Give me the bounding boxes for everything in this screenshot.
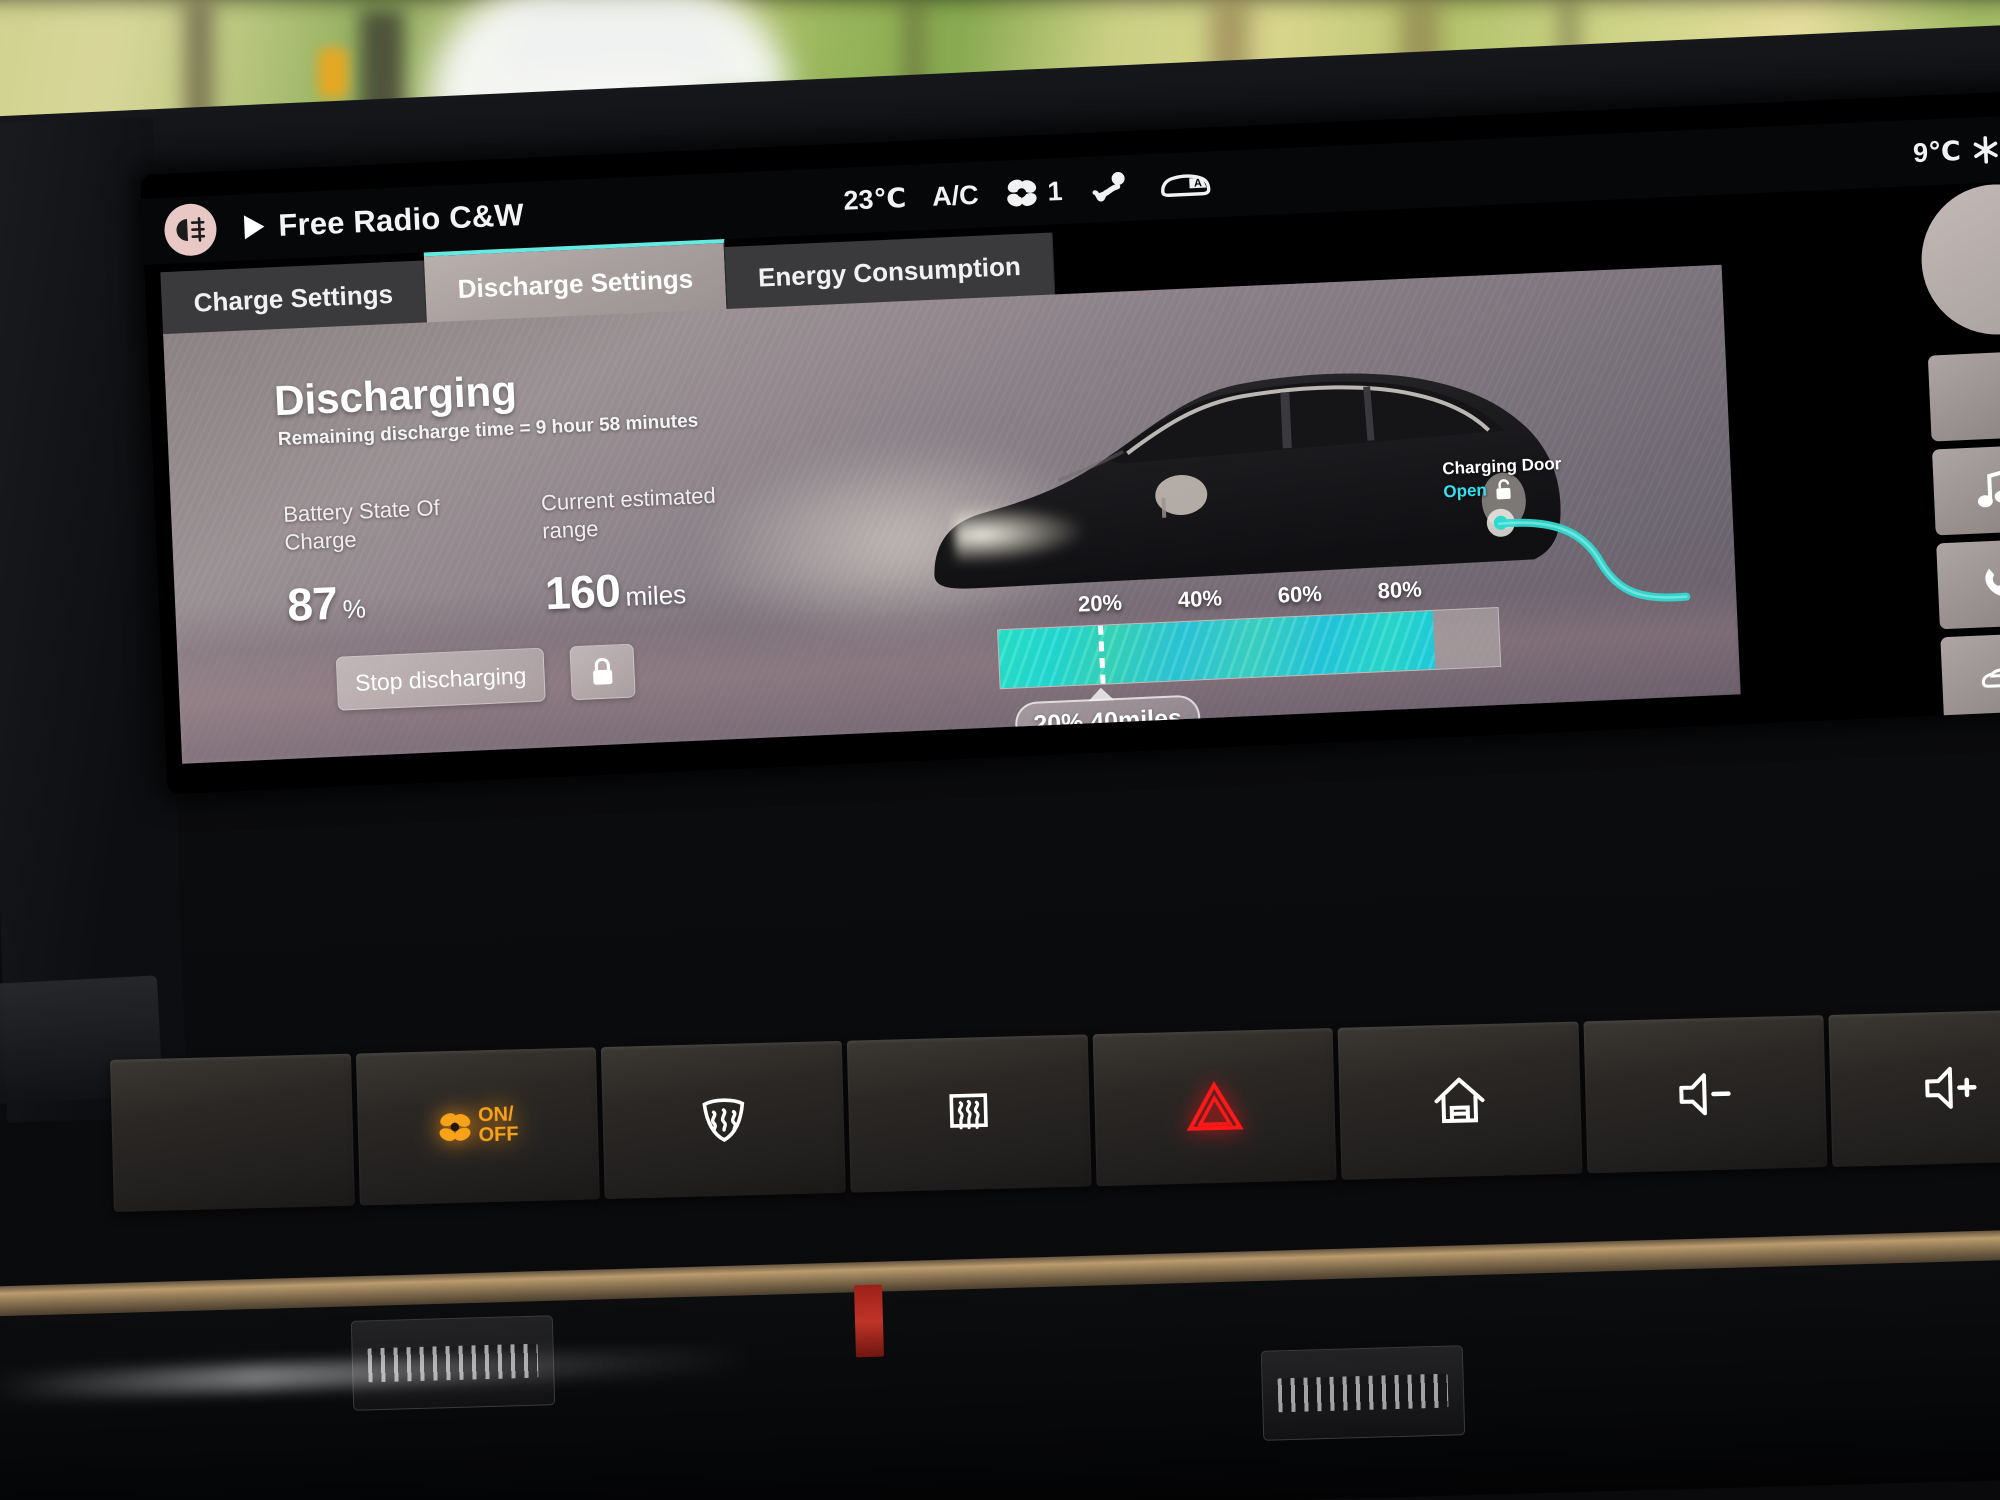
hw-button-home[interactable] (1337, 1021, 1583, 1180)
red-indicator-tab (854, 1284, 884, 1358)
rail-button-car[interactable] (1940, 632, 2000, 724)
air-vent-right[interactable] (1260, 1345, 1466, 1441)
hw-button-volume-up[interactable] (1828, 1008, 2000, 1167)
hazard-lights-icon (1186, 1081, 1244, 1131)
svg-text:A: A (1194, 177, 1203, 189)
metric-unit: % (342, 593, 367, 625)
climate-status-group: 23℃ A/C 1 A (843, 167, 1213, 217)
lock-button[interactable] (569, 643, 636, 701)
unlocked-padlock-icon (1496, 479, 1512, 500)
infotainment-screen[interactable]: Free Radio C&W 23℃ A/C 1 A 9℃ Charge Set… (140, 91, 2000, 794)
headlight-glare (953, 501, 1087, 566)
auto-defog-car-icon[interactable]: A (1158, 168, 1213, 202)
discharge-limit-tooltip: 20% 40miles (1014, 694, 1202, 751)
metrics-group: Battery State Of Charge 87 % Current est… (283, 481, 736, 632)
snowflake-icon (1973, 136, 1998, 164)
vehicle-graphic-group: Charging Door Open 20% 40% 60% 80% 20% 4… (883, 275, 1740, 751)
hw-button-front-defrost[interactable] (601, 1040, 846, 1200)
metric-estimated-range: Current estimated range 160 miles (540, 481, 736, 620)
tick-label: 20% (1077, 589, 1123, 617)
tick-label: 40% (1177, 585, 1223, 613)
windshield-yellow-sign (318, 48, 348, 98)
play-icon[interactable] (243, 214, 265, 240)
fan-off-label: OFF (478, 1123, 519, 1147)
rail-knob[interactable] (1918, 181, 2000, 338)
home-icon (1434, 1077, 1485, 1124)
hw-button-rear-defrost[interactable] (846, 1034, 1092, 1193)
metric-value: 87 (286, 576, 339, 631)
tick-label: 60% (1277, 580, 1323, 608)
airflow-seat-icon[interactable] (1088, 171, 1133, 207)
music-note-icon (1977, 469, 2000, 508)
front-defrost-icon (701, 1098, 744, 1143)
metric-value: 160 (543, 564, 622, 620)
fan-speed-value: 1 (1046, 175, 1064, 207)
charging-door-state: Open (1442, 480, 1488, 502)
lock-icon (593, 657, 613, 685)
cabin-temperature[interactable]: 23℃ (843, 182, 907, 216)
car-icon (1981, 668, 2000, 688)
rail-button-media[interactable] (1931, 444, 2000, 536)
phone-icon (1985, 568, 2000, 597)
charging-door-status: Charging Door Open (1442, 454, 1563, 503)
hw-button-volume-down[interactable] (1583, 1015, 1828, 1174)
discharge-panel: Discharging Remaining discharge time = 9… (163, 264, 1741, 764)
fan-on-off-icon (439, 1113, 471, 1141)
volume-up-icon (1924, 1066, 1977, 1109)
rear-fog-light-icon[interactable] (163, 202, 218, 257)
rail-button-phone[interactable] (1936, 538, 2000, 630)
hw-button-blank[interactable] (110, 1053, 355, 1212)
volume-down-icon (1679, 1073, 1731, 1116)
outside-temperature-group: 9℃ (1912, 134, 2000, 169)
ac-label[interactable]: A/C (931, 179, 979, 212)
hw-button-hazard-lights[interactable] (1092, 1027, 1337, 1187)
rail-button-blank[interactable] (1927, 350, 2000, 442)
fan-icon (1007, 179, 1037, 207)
hw-button-fan-on-off[interactable]: ON/ OFF (355, 1047, 601, 1206)
media-source-label: Free Radio C&W (277, 196, 525, 243)
outside-temperature: 9℃ (1912, 135, 1962, 168)
metric-label: Current estimated range (540, 482, 717, 543)
metric-battery-soc: Battery State Of Charge 87 % (283, 493, 479, 632)
side-rail (1894, 181, 2000, 724)
tick-label: 80% (1377, 576, 1423, 604)
vent-slats (1277, 1373, 1449, 1413)
stop-discharging-button[interactable]: Stop discharging (335, 647, 546, 711)
metric-unit: miles (624, 579, 687, 612)
fan-speed-group[interactable]: 1 (1004, 175, 1063, 210)
vehicle-interior-scene: Free Radio C&W 23℃ A/C 1 A 9℃ Charge Set… (0, 0, 2000, 1500)
metric-label: Battery State Of Charge (282, 495, 441, 555)
charging-door-title: Charging Door (1441, 454, 1562, 479)
rear-defrost-icon (949, 1093, 989, 1130)
